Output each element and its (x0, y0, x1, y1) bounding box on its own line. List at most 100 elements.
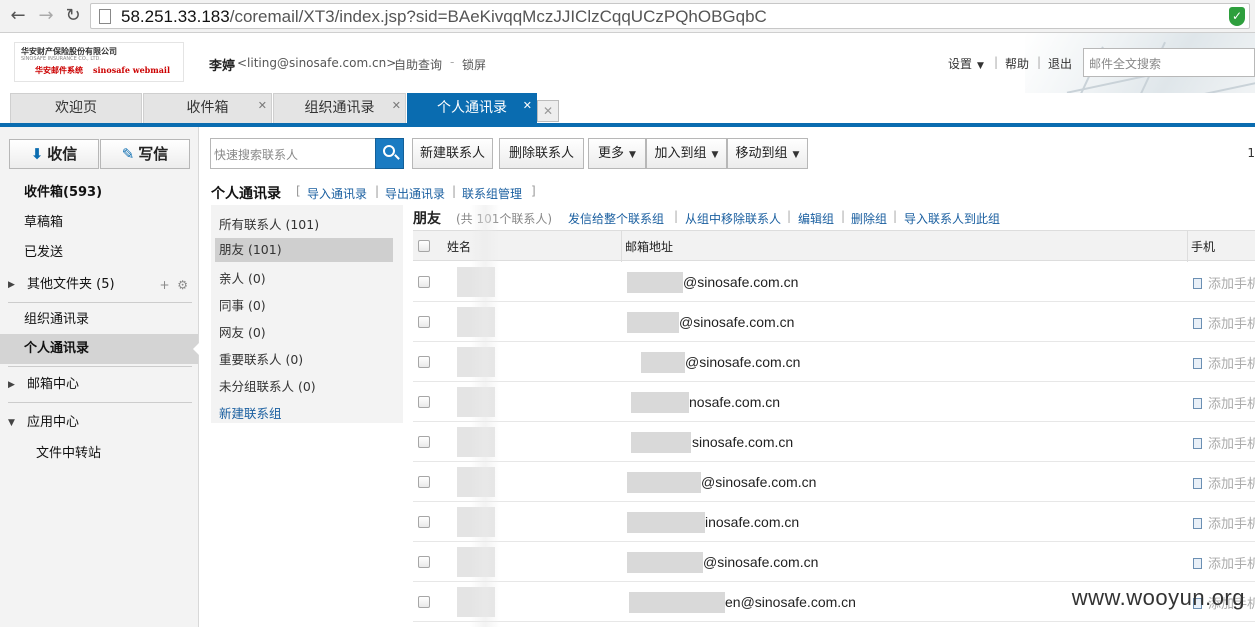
tab-welcome[interactable]: 欢迎页 (10, 93, 142, 123)
group-friends[interactable]: 朋友 (101) (215, 238, 393, 262)
contact-email[interactable]: sinosafe.com.cn (692, 434, 793, 450)
row-checkbox[interactable] (418, 596, 430, 608)
compose-button[interactable]: ✎ 写信 (100, 139, 190, 169)
contact-email[interactable]: inosafe.com.cn (705, 514, 799, 530)
collapse-icon[interactable]: ▼ (8, 408, 15, 438)
receive-button[interactable]: ⬇ 收信 (9, 139, 99, 169)
column-name[interactable]: 姓名 (447, 238, 471, 255)
sidebar-item-drafts[interactable]: 草稿箱 (0, 208, 198, 238)
manage-groups-link[interactable]: 联系组管理 (462, 185, 522, 202)
add-phone-link[interactable]: 添加手机 (1193, 513, 1255, 532)
self-query-link[interactable]: 自助查询 (394, 56, 442, 73)
move-to-group-dropdown[interactable]: 移动到组 ▼ (727, 138, 808, 169)
table-row[interactable]: @sinosafe.com.cn 添加手机 (413, 302, 1255, 342)
add-phone-link[interactable]: 添加手机 (1193, 273, 1255, 292)
delete-contact-button[interactable]: 删除联系人 (499, 138, 584, 169)
sidebar-item-personal-contacts[interactable]: 个人通讯录 (0, 334, 199, 364)
contact-email[interactable]: nosafe.com.cn (689, 394, 780, 410)
group-ungrouped[interactable]: 未分组联系人 (0) (215, 375, 393, 399)
back-icon[interactable]: ← (8, 6, 28, 26)
separator: | (452, 184, 457, 198)
settings-menu[interactable]: 设置 ▼ (948, 55, 984, 72)
row-checkbox[interactable] (418, 436, 430, 448)
mail-whole-group-link[interactable]: 发信给整个联系组 (568, 210, 664, 227)
separator: | (994, 55, 999, 69)
add-to-group-dropdown[interactable]: 加入到组 ▼ (646, 138, 727, 169)
row-checkbox[interactable] (418, 396, 430, 408)
sidebar-item-mailbox-center[interactable]: ▶ 邮箱中心 (0, 370, 198, 400)
tab-personal-contacts[interactable]: 个人通讯录 ✕ (407, 93, 537, 123)
edit-group-link[interactable]: 编辑组 (798, 210, 834, 227)
table-row[interactable]: sinosafe.com.cn 添加手机 (413, 422, 1255, 462)
add-phone-link[interactable]: 添加手机 (1193, 553, 1255, 572)
contact-email[interactable]: @sinosafe.com.cn (683, 274, 798, 290)
contact-email[interactable]: en@sinosafe.com.cn (725, 594, 856, 610)
mail-search-input[interactable]: 邮件全文搜索 (1083, 48, 1255, 77)
table-row[interactable]: @sinosafe.com.cn 添加手机 (413, 542, 1255, 582)
more-dropdown[interactable]: 更多 ▼ (588, 138, 646, 169)
company-logo[interactable]: 华安财产保险股份有限公司 SINOSAFE INSURANCE CO., LTD… (14, 42, 184, 82)
close-icon[interactable]: ✕ (523, 91, 532, 120)
logout-link[interactable]: 退出 (1048, 55, 1072, 72)
group-all[interactable]: 所有联系人 (101) (215, 213, 393, 237)
export-contacts-link[interactable]: 导出通讯录 (385, 185, 445, 202)
row-checkbox[interactable] (418, 516, 430, 528)
table-row[interactable]: inosafe.com.cn 添加手机 (413, 502, 1255, 542)
url-text[interactable]: 58.251.33.183/coremail/XT3/index.jsp?sid… (121, 7, 767, 27)
close-icon[interactable]: ✕ (258, 91, 267, 120)
add-phone-link[interactable]: 添加手机 (1193, 353, 1255, 372)
shield-check-icon[interactable]: ✓ (1229, 7, 1245, 26)
group-colleagues[interactable]: 同事 (0) (215, 294, 393, 318)
add-phone-link[interactable]: 添加手机 (1193, 313, 1255, 332)
row-checkbox[interactable] (418, 316, 430, 328)
sidebar-item-org-contacts[interactable]: 组织通讯录 (0, 305, 198, 335)
close-icon[interactable]: ✕ (392, 91, 401, 120)
group-family[interactable]: 亲人 (0) (215, 267, 393, 291)
import-to-group-link[interactable]: 导入联系人到此组 (904, 210, 1000, 227)
sidebar-item-inbox[interactable]: 收件箱(593) (0, 178, 198, 208)
help-link[interactable]: 帮助 (1005, 55, 1029, 72)
sidebar-item-other-folders[interactable]: ▶ 其他文件夹 (5) + ⚙ (0, 270, 198, 300)
contact-email[interactable]: @sinosafe.com.cn (679, 314, 794, 330)
tab-org-contacts[interactable]: 组织通讯录 ✕ (273, 93, 406, 123)
remove-from-group-link[interactable]: 从组中移除联系人 (685, 210, 781, 227)
contact-email[interactable]: @sinosafe.com.cn (703, 554, 818, 570)
sidebar-item-app-center[interactable]: ▼ 应用中心 (0, 408, 198, 438)
delete-group-link[interactable]: 删除组 (851, 210, 887, 227)
contact-email[interactable]: @sinosafe.com.cn (701, 474, 816, 490)
search-button[interactable] (375, 138, 404, 169)
row-checkbox[interactable] (418, 276, 430, 288)
forward-icon[interactable]: → (36, 6, 56, 26)
sidebar-item-sent[interactable]: 已发送 (0, 238, 198, 268)
lock-screen-link[interactable]: 锁屏 (462, 56, 486, 73)
expand-icon[interactable]: ▶ (8, 370, 15, 400)
sidebar-item-file-transfer[interactable]: 文件中转站 (0, 439, 198, 469)
contact-email[interactable]: @sinosafe.com.cn (685, 354, 800, 370)
table-row[interactable]: @sinosafe.com.cn 添加手机 (413, 262, 1255, 302)
select-all-checkbox[interactable] (418, 240, 430, 252)
column-email[interactable]: 邮箱地址 (625, 238, 673, 255)
reload-icon[interactable]: ↻ (63, 6, 83, 26)
import-contacts-link[interactable]: 导入通讯录 (307, 185, 367, 202)
add-phone-link[interactable]: 添加手机 (1193, 393, 1255, 412)
row-checkbox[interactable] (418, 556, 430, 568)
new-contact-button[interactable]: 新建联系人 (412, 138, 493, 169)
add-phone-link[interactable]: 添加手机 (1193, 433, 1255, 452)
group-important[interactable]: 重要联系人 (0) (215, 348, 393, 372)
close-all-icon[interactable]: ✕ (537, 100, 559, 122)
group-netfriends[interactable]: 网友 (0) (215, 321, 393, 345)
add-phone-link[interactable]: 添加手机 (1193, 473, 1255, 492)
table-row[interactable]: @sinosafe.com.cn 添加手机 (413, 462, 1255, 502)
tab-inbox[interactable]: 收件箱 ✕ (143, 93, 272, 123)
expand-icon[interactable]: ▶ (8, 270, 15, 300)
email-redaction (627, 552, 703, 573)
contact-search-input[interactable]: 快速搜索联系人 (210, 138, 376, 169)
address-bar[interactable]: 58.251.33.183/coremail/XT3/index.jsp?sid… (90, 3, 1250, 29)
new-group-link[interactable]: 新建联系组 (215, 402, 393, 426)
column-phone[interactable]: 手机 (1191, 238, 1215, 255)
row-checkbox[interactable] (418, 356, 430, 368)
row-checkbox[interactable] (418, 476, 430, 488)
table-row[interactable]: nosafe.com.cn 添加手机 (413, 382, 1255, 422)
add-settings-icon[interactable]: + ⚙ (160, 270, 188, 300)
table-row[interactable]: @sinosafe.com.cn 添加手机 (413, 342, 1255, 382)
